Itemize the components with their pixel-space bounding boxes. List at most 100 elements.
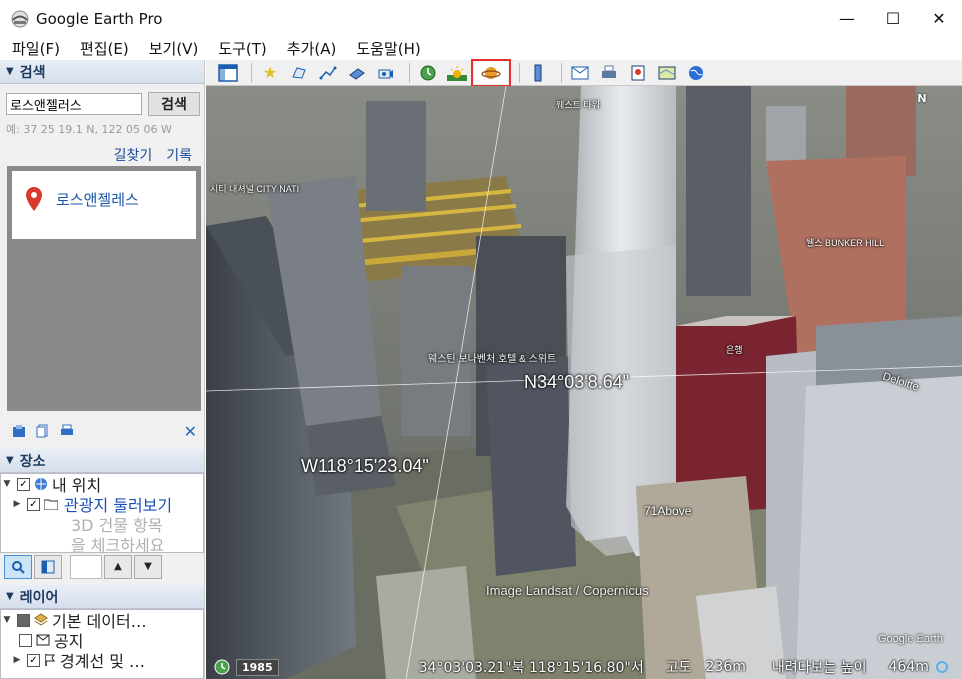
menu-view[interactable]: 보기(V): [137, 38, 207, 59]
history-clock-icon[interactable]: [214, 659, 230, 675]
menu-edit[interactable]: 편집(E): [68, 38, 137, 59]
compass-north-icon[interactable]: N: [914, 90, 930, 106]
map-label-71above: 71Above: [644, 504, 692, 518]
search-result-item[interactable]: 로스앤젤레스: [12, 171, 196, 239]
layers-panel-header[interactable]: ▼ 레이어: [0, 585, 204, 609]
search-places-button[interactable]: [4, 554, 32, 579]
magnifier-icon: [12, 560, 25, 574]
earth-icon: [689, 65, 703, 80]
map-label-westin-hotel: 웨스틴 보나벤처 호텔 & 스위트: [428, 354, 557, 365]
map-pin-icon: [26, 187, 42, 211]
menu-tools[interactable]: 도구(T): [206, 38, 274, 59]
clock-icon: [420, 65, 436, 80]
planet-icon: [481, 66, 501, 79]
menu-help[interactable]: 도움말(H): [344, 38, 428, 59]
map-label-lat: N34°03'8.64": [524, 372, 630, 392]
directions-link[interactable]: 길찾기: [114, 145, 153, 165]
streaming-indicator-icon: [935, 661, 948, 673]
places-field[interactable]: [70, 554, 102, 579]
expand-arrow-icon[interactable]: ▼: [1, 615, 13, 625]
copy-icon[interactable]: [35, 423, 51, 439]
tree-row-notices[interactable]: 공지: [1, 630, 203, 650]
clear-results-icon[interactable]: ✕: [184, 422, 197, 441]
tree-row-borders[interactable]: ▶ ✓ 경계선 및 …: [1, 650, 203, 670]
tree-row-sightseeing[interactable]: ▶ ✓ 관광지 둘러보기: [1, 494, 203, 514]
tree-row-my-location[interactable]: ▼ ✓ 내 위치: [1, 474, 203, 494]
google-earth-app-icon: [11, 10, 29, 27]
search-button[interactable]: 검색: [148, 92, 200, 116]
view-in-maps-button[interactable]: [655, 62, 679, 84]
tree-label: 경계선 및 …: [60, 652, 146, 670]
maximize-button[interactable]: ☐: [870, 0, 916, 37]
add-overlay-button[interactable]: [345, 62, 369, 84]
search-input[interactable]: [6, 93, 142, 115]
flag-icon: [45, 654, 55, 666]
toggle-panel-button[interactable]: [34, 554, 62, 579]
toggle-sidebar-button[interactable]: [216, 62, 240, 84]
tree-label: 을 체크하세요: [71, 536, 165, 554]
places-header-label: 장소: [19, 453, 46, 470]
window-title: Google Earth Pro: [36, 9, 163, 28]
add-path-button[interactable]: [316, 62, 340, 84]
expand-arrow-icon[interactable]: ▶: [11, 499, 23, 509]
checkbox[interactable]: [17, 613, 30, 627]
checkbox[interactable]: ✓: [17, 477, 30, 491]
expand-arrow-icon[interactable]: ▼: [1, 479, 13, 489]
menu-bar: 파일(F) 편집(E) 보기(V) 도구(T) 추가(A) 도움말(H): [0, 37, 962, 60]
map-view[interactable]: W118°15'23.04" N34°03'8.64" 71Above 시티 내…: [206, 86, 962, 679]
map-label-bunker-hill: 웰스 BUNKER HILL: [806, 238, 885, 248]
status-eye-alt-value: 464m: [888, 659, 929, 675]
map-label-city-national: 시티 내셔널 CITY NATI: [210, 184, 300, 194]
checkbox[interactable]: [19, 633, 32, 647]
history-link[interactable]: 기록: [166, 145, 192, 165]
places-panel-header[interactable]: ▼ 장소: [0, 449, 204, 473]
save-to-places-icon[interactable]: [11, 423, 27, 439]
search-panel-header[interactable]: ▼ 검색: [0, 60, 204, 84]
layers-tree: ▼ 기본 데이터… 공지 ▶ ✓ 경계선 및 …: [0, 609, 204, 679]
print-icon: [602, 65, 616, 78]
sunlight-button[interactable]: [445, 62, 469, 84]
tree-row-hint: 3D 건물 항목: [1, 514, 203, 534]
arrow-up-icon: ▲: [114, 561, 122, 572]
earth-gallery-button[interactable]: [684, 62, 708, 84]
folder-icon: [44, 499, 58, 510]
places-toolbar: ▲ ▼: [0, 552, 204, 581]
menu-file[interactable]: 파일(F): [0, 38, 68, 59]
save-image-icon: [631, 65, 645, 80]
tree-row-primary-db[interactable]: ▼ 기본 데이터…: [1, 610, 203, 630]
sidebar: ▼ 검색 검색 예: 37 25 19.1 N, 122 05 06 W 길찾기…: [0, 60, 205, 679]
polygon-icon: [292, 66, 306, 79]
map-label-lon: W118°15'23.04": [301, 456, 429, 476]
map-watermark: Google Earth: [878, 633, 943, 645]
print-button[interactable]: [597, 62, 621, 84]
north-label: N: [917, 91, 927, 105]
collapse-triangle-icon: ▼: [6, 591, 14, 602]
record-tour-button[interactable]: [374, 62, 398, 84]
tree-label: 3D 건물 항목: [71, 516, 163, 534]
ruler-button[interactable]: [526, 62, 550, 84]
email-button[interactable]: [568, 62, 592, 84]
close-window-button[interactable]: ✕: [916, 0, 962, 37]
mail-icon: [571, 66, 589, 79]
historical-imagery-button[interactable]: [416, 62, 440, 84]
print-icon[interactable]: [59, 423, 75, 439]
expand-arrow-icon[interactable]: ▶: [11, 655, 23, 665]
move-down-button[interactable]: ▼: [134, 554, 162, 579]
checkbox[interactable]: ✓: [27, 497, 40, 511]
mail-icon: [36, 634, 50, 646]
arrow-down-icon: ▼: [144, 561, 152, 572]
save-image-button[interactable]: [626, 62, 650, 84]
minimize-button[interactable]: —: [824, 0, 870, 37]
search-header-label: 검색: [19, 64, 46, 81]
menu-add[interactable]: 추가(A): [275, 38, 345, 59]
search-hint: 예: 37 25 19.1 N, 122 05 06 W: [6, 123, 172, 136]
add-placemark-button[interactable]: ★: [258, 62, 282, 84]
switch-to-sky-button[interactable]: [471, 58, 511, 87]
move-up-button[interactable]: ▲: [104, 554, 132, 579]
globe-icon: [35, 478, 47, 490]
checkbox[interactable]: ✓: [27, 653, 40, 667]
placemark-icon: ★: [262, 63, 278, 82]
tree-row-hint: 을 체크하세요: [1, 534, 203, 554]
imagery-year-badge[interactable]: 1985: [236, 658, 279, 676]
add-polygon-button[interactable]: [287, 62, 311, 84]
